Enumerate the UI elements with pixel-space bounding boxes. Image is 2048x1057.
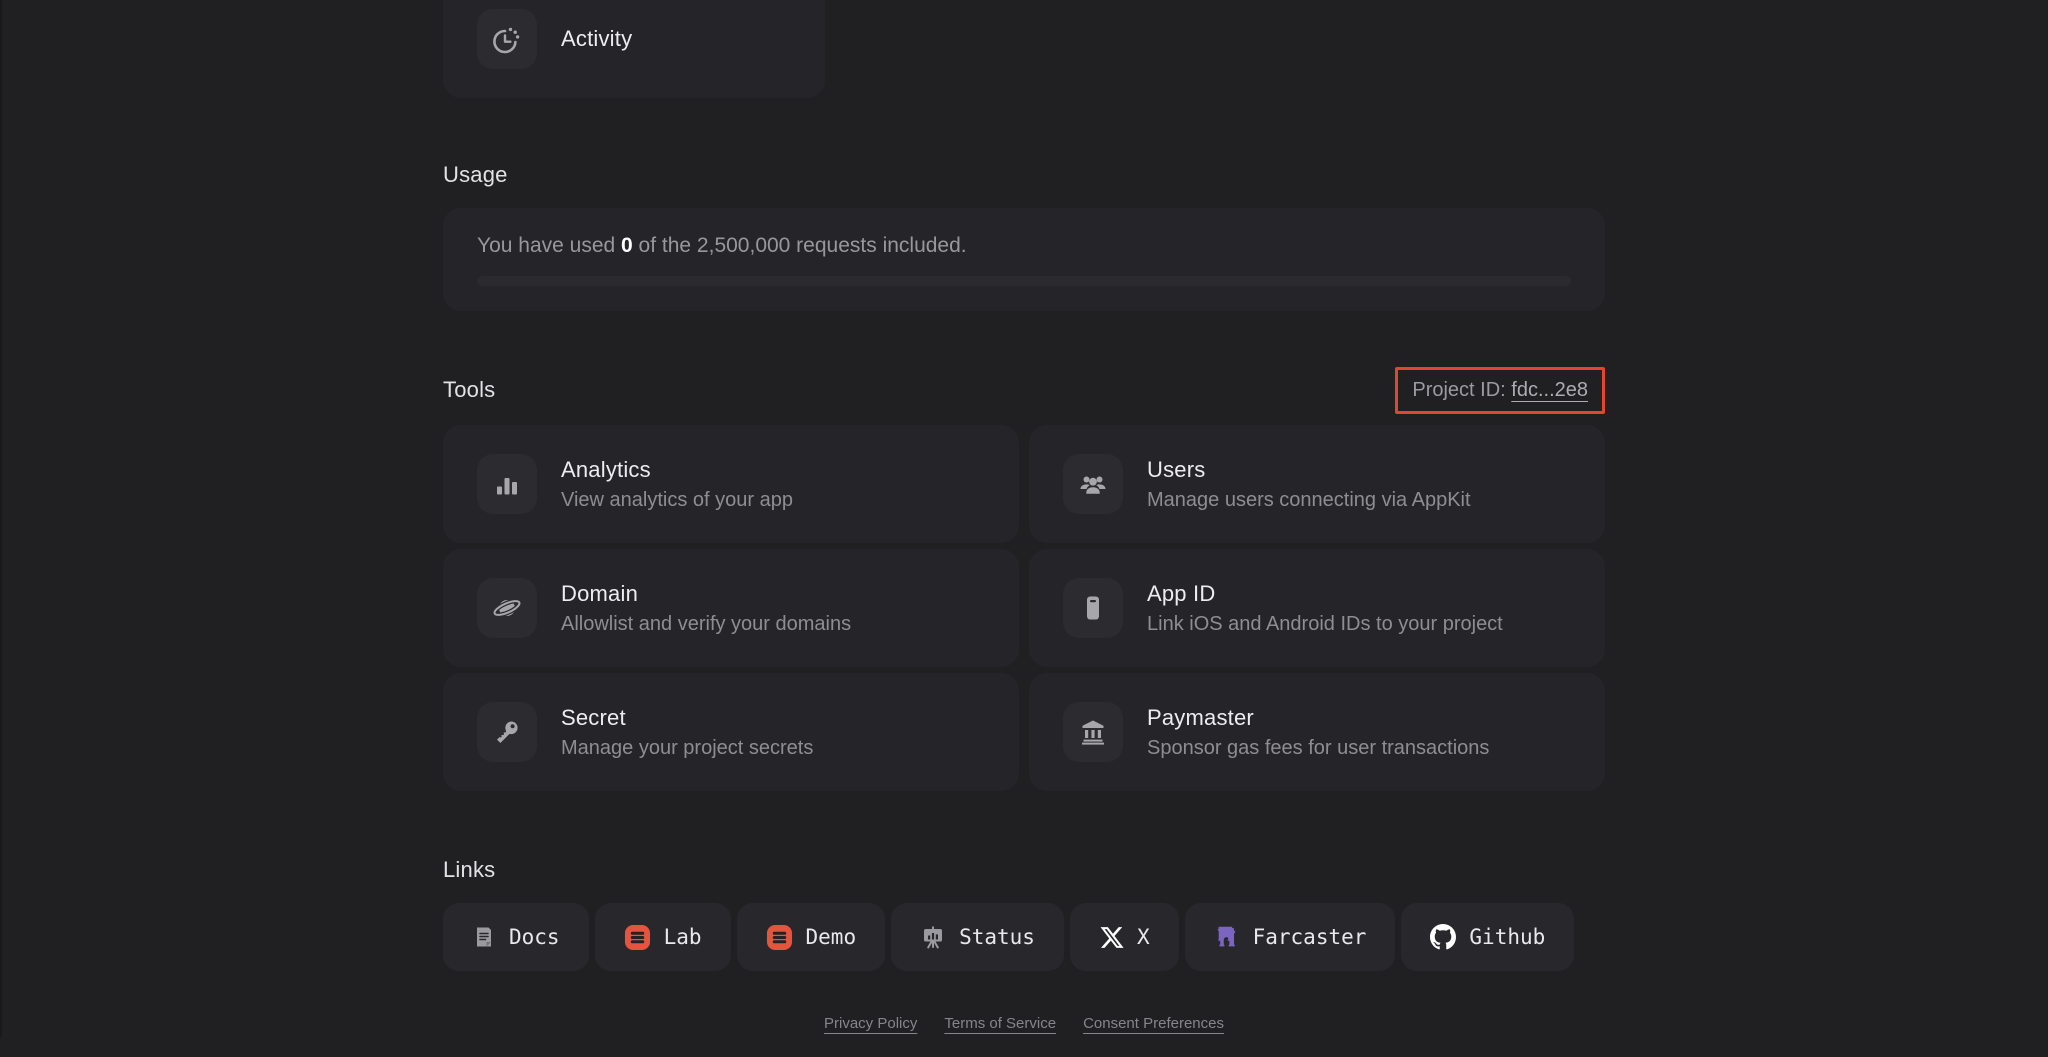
github-logo-icon: [1430, 924, 1457, 950]
main-content: Activity Usage You have used 0 of the 2,…: [443, 0, 1605, 1032]
link-label: Lab: [663, 925, 702, 949]
docs-icon: [477, 927, 491, 947]
tool-card-paymaster[interactable]: Paymaster Sponsor gas fees for user tran…: [1029, 673, 1605, 791]
x-logo-icon: [1100, 926, 1124, 948]
project-id-highlight-box: Project ID: fdc...2e8: [1395, 366, 1605, 414]
privacy-policy-link[interactable]: Privacy Policy: [824, 1015, 917, 1032]
tool-card-secret[interactable]: Secret Manage your project secrets: [443, 673, 1019, 791]
app-id-icon-tile: [1063, 578, 1123, 638]
footer: Privacy Policy Terms of Service Consent …: [443, 1015, 1605, 1032]
link-label: Docs: [509, 925, 560, 949]
usage-used-count: 0: [621, 233, 633, 257]
secret-icon-tile: [477, 702, 537, 762]
farcaster-link-button[interactable]: Farcaster: [1184, 903, 1396, 971]
link-label: Status: [959, 925, 1035, 949]
status-link-button[interactable]: Status: [891, 903, 1064, 971]
reown-logo-icon: [624, 924, 650, 950]
tools-section-title: Tools: [443, 377, 496, 402]
tool-card-title: Paymaster: [1147, 704, 1254, 730]
demo-link-button[interactable]: Demo: [736, 903, 886, 971]
tool-card-domain[interactable]: Domain Allowlist and verify your domains: [443, 549, 1019, 667]
tool-card-title: App ID: [1147, 580, 1216, 606]
reown-logo-icon: [766, 924, 792, 950]
key-icon: [497, 721, 518, 743]
tool-card-users[interactable]: Users Manage users connecting via AppKit: [1029, 425, 1605, 543]
tool-card-app-id[interactable]: App ID Link iOS and Android IDs to your …: [1029, 549, 1605, 667]
tools-grid: Analytics View analytics of your app Use…: [443, 425, 1605, 791]
bank-icon: [1082, 720, 1104, 745]
project-id-value[interactable]: fdc...2e8: [1511, 379, 1588, 402]
activity-timer-icon: [493, 27, 520, 54]
links-row: Docs Lab Demo Status X Farcaster Github: [443, 903, 1605, 971]
terms-of-service-link[interactable]: Terms of Service: [944, 1015, 1056, 1032]
link-label: X: [1136, 925, 1150, 949]
usage-text-suffix: of the 2,500,000 requests included.: [632, 233, 967, 257]
link-label: Github: [1469, 925, 1546, 949]
farcaster-logo-icon: [1217, 926, 1236, 947]
tool-card-subtitle: Manage users connecting via AppKit: [1147, 488, 1471, 511]
tool-card-title: Analytics: [561, 456, 651, 482]
activity-icon-tile: [477, 9, 537, 69]
tool-card-subtitle: Link iOS and Android IDs to your project: [1147, 612, 1503, 635]
tool-card-title: Users: [1147, 456, 1206, 482]
tool-card-analytics[interactable]: Analytics View analytics of your app: [443, 425, 1019, 543]
tool-card-subtitle: Manage your project secrets: [561, 736, 814, 759]
planet-icon: [492, 598, 522, 618]
activity-card-label: Activity: [561, 26, 633, 51]
links-section-title: Links: [443, 857, 496, 882]
paymaster-icon-tile: [1063, 702, 1123, 762]
tool-card-subtitle: Sponsor gas fees for user transactions: [1147, 736, 1490, 759]
consent-preferences-link[interactable]: Consent Preferences: [1083, 1015, 1224, 1032]
analytics-icon-tile: [477, 454, 537, 514]
tool-card-title: Secret: [561, 704, 626, 730]
usage-summary-text: You have used 0 of the 2,500,000 request…: [477, 234, 1571, 258]
link-label: Farcaster: [1252, 925, 1367, 949]
tools-header: Tools Project ID: fdc...2e8: [443, 365, 1605, 415]
lab-link-button[interactable]: Lab: [594, 903, 731, 971]
users-icon-tile: [1063, 454, 1123, 514]
phone-icon: [1087, 596, 1099, 620]
usage-progress-bar: [477, 275, 1571, 286]
docs-link-button[interactable]: Docs: [443, 903, 589, 971]
usage-section-title: Usage: [443, 162, 508, 187]
tool-card-subtitle: Allowlist and verify your domains: [561, 612, 852, 635]
tool-card-title: Domain: [561, 580, 639, 606]
github-link-button[interactable]: Github: [1401, 903, 1575, 971]
tool-card-subtitle: View analytics of your app: [561, 488, 793, 511]
x-link-button[interactable]: X: [1069, 903, 1179, 971]
project-id-label: Project ID:: [1412, 378, 1512, 401]
bar-chart-icon: [497, 478, 517, 495]
activity-card[interactable]: Activity: [443, 0, 825, 98]
domain-icon-tile: [477, 578, 537, 638]
users-icon: [1080, 476, 1106, 494]
usage-text-prefix: You have used: [477, 233, 622, 257]
link-label: Demo: [805, 925, 857, 949]
usage-card: You have used 0 of the 2,500,000 request…: [443, 208, 1605, 311]
status-board-icon: [924, 926, 943, 949]
